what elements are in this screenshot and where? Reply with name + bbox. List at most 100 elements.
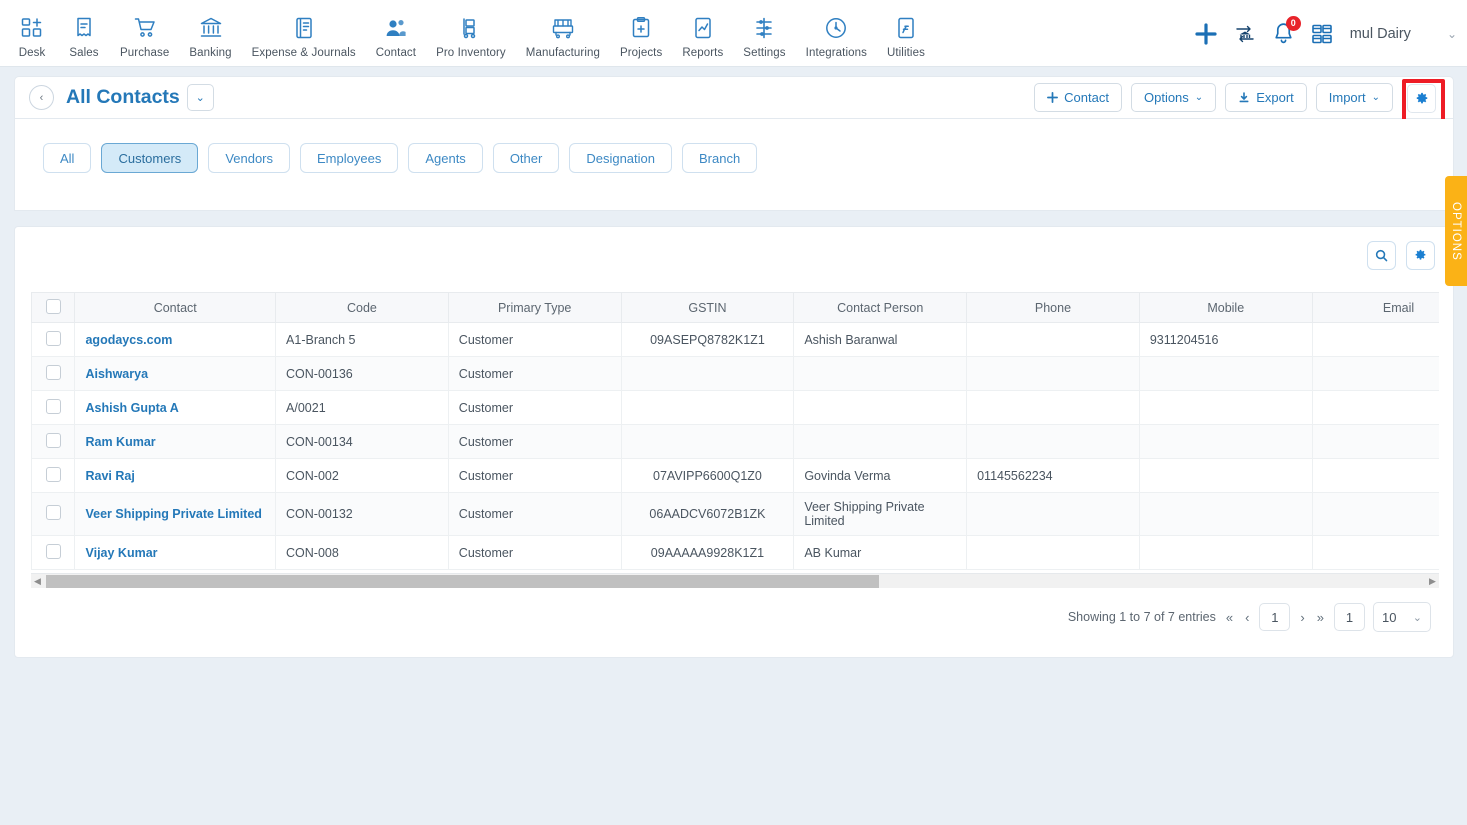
row-checkbox[interactable] (45, 364, 61, 380)
page-header-bar: ‹ All Contacts ⌄ Contact Options ⌄ Expor… (14, 76, 1454, 124)
table-row[interactable]: Ravi Raj CON-002 Customer 07AVIPP6600Q1Z0 Go… (31, 458, 1439, 493)
filter-chip-agents[interactable]: Agents (408, 143, 483, 173)
filter-chip-designation[interactable]: Designation (569, 143, 672, 173)
contact-link[interactable]: Ashish Gupta A (85, 401, 178, 415)
table-header-row: Contact Code Primary Type GSTIN Contact … (31, 292, 1439, 323)
integrations-plug-icon (824, 15, 848, 41)
scroll-left-arrow-icon[interactable]: ◀ (31, 576, 44, 587)
next-page-button[interactable]: › (1298, 610, 1306, 625)
search-button[interactable] (1367, 241, 1396, 270)
current-page-button[interactable]: 1 (1259, 603, 1291, 631)
cell-mobile (1138, 424, 1313, 459)
table-row[interactable]: Vijay Kumar CON-008 Customer 09AAAAA9928K1Z… (31, 535, 1439, 570)
first-page-button[interactable]: « (1224, 610, 1235, 625)
contact-link[interactable]: Ravi Raj (85, 469, 134, 483)
cell-primary-type: Customer (447, 458, 622, 493)
contact-link[interactable]: Veer Shipping Private Limited (85, 507, 261, 521)
table-row[interactable]: Veer Shipping Private Limited CON-00132 Cu… (31, 492, 1439, 536)
table-row[interactable]: Ashish Gupta AA/0021Customer3,22,393.020 (31, 390, 1439, 425)
import-button[interactable]: Import ⌄ (1315, 83, 1393, 112)
filter-chip-all[interactable]: All (43, 143, 92, 173)
page-title-dropdown-button[interactable]: ⌄ (186, 84, 214, 111)
cell-phone (966, 356, 1140, 391)
contact-link[interactable]: Ram Kumar (85, 435, 155, 449)
column-header-contact-person[interactable]: Contact Person (793, 292, 968, 323)
app-grid-button[interactable] (1310, 22, 1334, 46)
table-row[interactable]: AishwaryaCON-00136Customer11,200.000 (31, 356, 1439, 391)
cell-gstin: 07AVIPP6600Q1Z0 (620, 458, 795, 493)
column-header-gstin[interactable]: GSTIN (620, 292, 795, 323)
nav-item-label: Pro Inventory (436, 47, 506, 59)
projects-clipboard-icon (629, 15, 653, 41)
nav-item-reports[interactable]: Reports (672, 7, 733, 59)
row-checkbox[interactable] (45, 466, 61, 482)
column-header-phone[interactable]: Phone (966, 292, 1140, 323)
table-row[interactable]: agodaycs.com A1-Branch 5 Customer 09ASEPQ87… (31, 322, 1439, 357)
nav-item-sales[interactable]: Sales (58, 7, 110, 59)
column-header-mobile[interactable]: Mobile (1138, 292, 1313, 323)
nav-item-integrations[interactable]: Integrations (796, 7, 877, 59)
chevron-down-icon[interactable]: ⌄ (1447, 27, 1457, 41)
select-all-checkbox[interactable] (45, 298, 61, 314)
nav-item-pro-inventory[interactable]: Pro Inventory (426, 7, 516, 59)
back-button[interactable]: ‹ (29, 85, 54, 110)
filter-chip-employees[interactable]: Employees (300, 143, 399, 173)
select-all-header (31, 292, 76, 323)
contact-type-filter-chips: All Customers Vendors Employees Agents Other D… (15, 119, 1453, 173)
nav-item-utilities[interactable]: Utilities (877, 7, 935, 59)
contact-link[interactable]: Vijay Kumar (85, 546, 157, 560)
row-checkbox[interactable] (45, 505, 61, 520)
previous-page-button[interactable]: ‹ (1243, 610, 1251, 625)
nav-item-projects[interactable]: Projects (610, 7, 672, 59)
utilities-icon (894, 15, 918, 41)
cell-primary-type: Customer (447, 322, 622, 357)
notifications-button[interactable]: 0 (1271, 16, 1301, 46)
scroll-right-arrow-icon[interactable]: ▶ (1426, 576, 1439, 587)
table-settings-gear-button[interactable] (1407, 84, 1436, 113)
scrollbar-track[interactable] (44, 574, 1426, 589)
scrollbar-thumb[interactable] (46, 574, 879, 588)
options-button[interactable]: Options ⌄ (1130, 83, 1217, 112)
column-header-primary-type[interactable]: Primary Type (447, 292, 622, 323)
gear-icon (1415, 249, 1426, 260)
column-header-email[interactable]: Email (1311, 292, 1439, 323)
column-settings-button[interactable] (1406, 241, 1435, 270)
nav-item-contact[interactable]: Contact (366, 7, 426, 59)
cell-contact: Vijay Kumar (74, 535, 277, 570)
row-checkbox[interactable] (45, 398, 61, 414)
nav-item-desk[interactable]: Desk (6, 7, 58, 59)
row-checkbox[interactable] (45, 543, 61, 559)
nav-item-label: Desk (18, 47, 46, 59)
nav-item-settings[interactable]: Settings (733, 7, 795, 59)
filter-chip-vendors[interactable]: Vendors (208, 143, 291, 173)
add-new-button[interactable] (1193, 21, 1219, 47)
nav-item-purchase[interactable]: Purchase (110, 7, 179, 59)
column-header-code[interactable]: Code (275, 292, 449, 323)
contact-link[interactable]: agodaycs.com (85, 333, 172, 347)
filter-chip-branch[interactable]: Branch (681, 143, 758, 173)
bank-transfer-button[interactable] (1233, 22, 1257, 46)
contacts-table: Contact Code Primary Type GSTIN Contact … (31, 292, 1439, 570)
nav-item-expense-journals[interactable]: Expense & Journals (242, 7, 366, 59)
horizontal-scrollbar[interactable]: ◀ ▶ (31, 573, 1439, 588)
goto-page-input[interactable]: 1 (1334, 603, 1365, 631)
table-row[interactable]: Ram KumarCON-00134Customer0.000 (31, 424, 1439, 459)
column-header-contact[interactable]: Contact (74, 292, 277, 323)
filter-chip-customers[interactable]: Customers (101, 143, 199, 173)
nav-item-label: Utilities (886, 47, 925, 59)
filter-panel: All Customers Vendors Employees Agents Other D… (14, 119, 1454, 211)
row-checkbox[interactable] (45, 330, 61, 346)
cell-contact: Ravi Raj (74, 458, 277, 493)
last-page-button[interactable]: » (1315, 610, 1326, 625)
add-contact-button[interactable]: Contact (1034, 83, 1122, 112)
cell-mobile (1138, 390, 1313, 425)
page-size-select[interactable]: 10 ⌄ (1373, 602, 1431, 632)
contact-link[interactable]: Aishwarya (85, 367, 148, 381)
cell-email (1311, 492, 1439, 536)
export-button[interactable]: Export (1225, 83, 1307, 112)
row-checkbox[interactable] (45, 432, 61, 448)
nav-item-banking[interactable]: Banking (179, 7, 241, 59)
nav-item-manufacturing[interactable]: Manufacturing (516, 7, 610, 59)
filter-chip-other[interactable]: Other (492, 143, 560, 173)
options-side-tab[interactable]: OPTIONS (1445, 176, 1467, 286)
